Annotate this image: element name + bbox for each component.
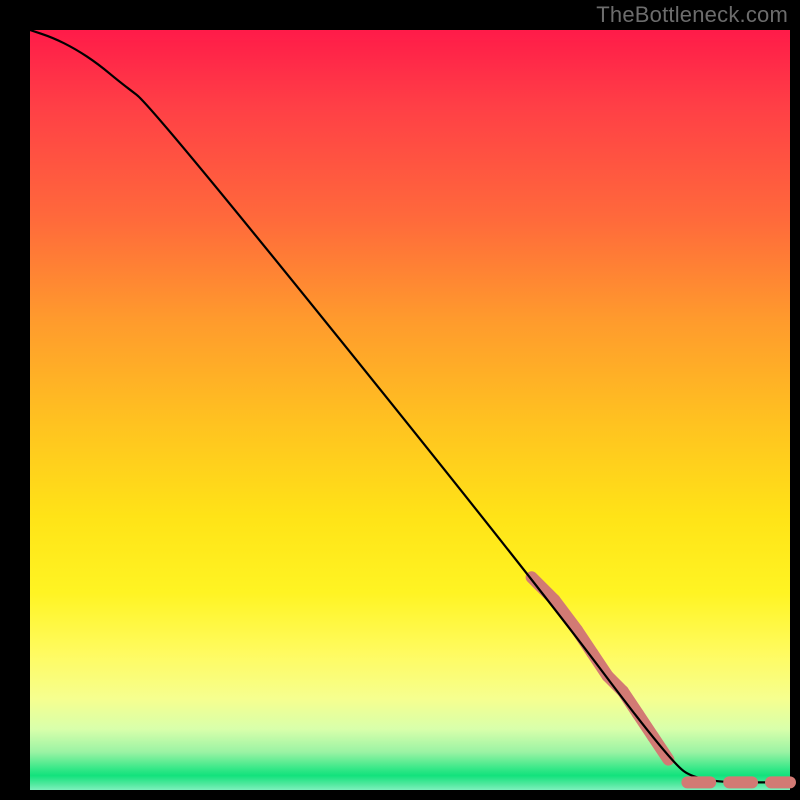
main-curve (30, 30, 790, 782)
chart-frame: TheBottleneck.com (0, 0, 800, 800)
curve-layer (30, 30, 790, 790)
plot-area (30, 30, 790, 790)
watermark-text: TheBottleneck.com (596, 2, 788, 28)
